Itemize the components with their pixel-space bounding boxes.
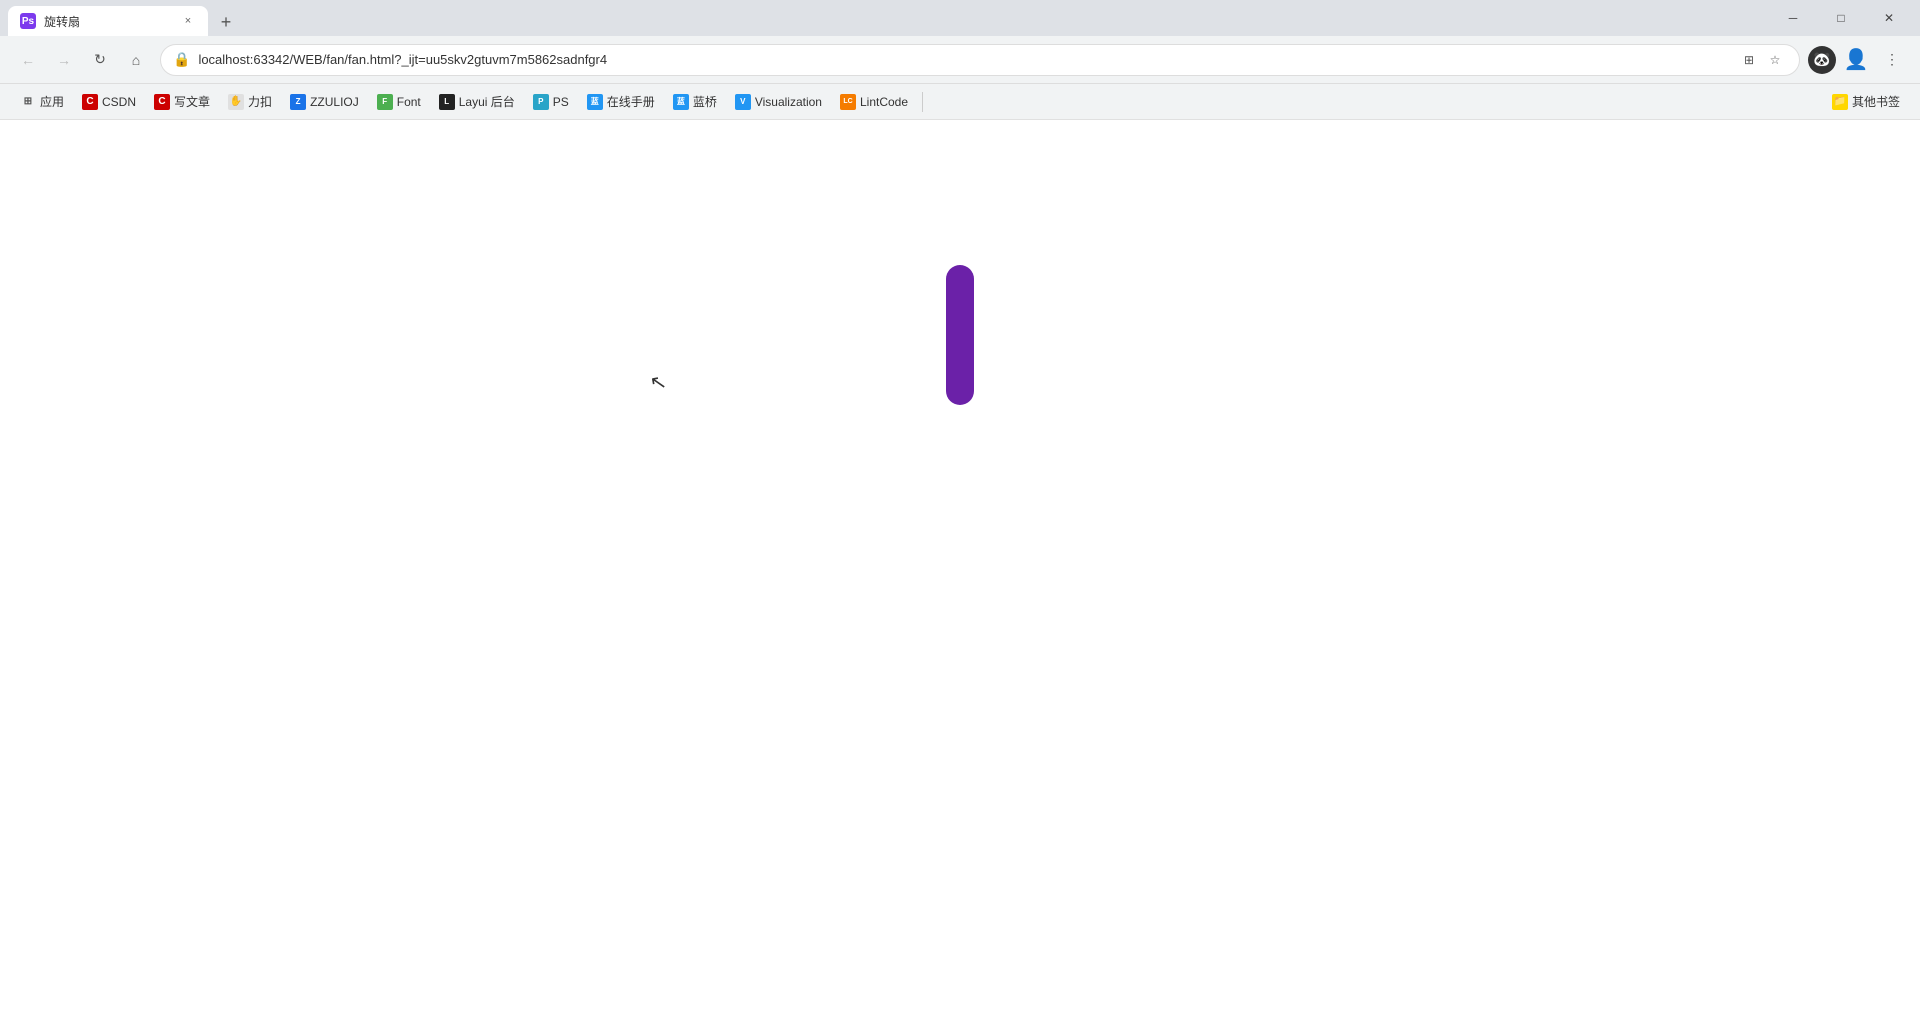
extensions-icon[interactable]: 🐼 — [1808, 46, 1836, 74]
bookmark-manual-icon: 蓝 — [587, 94, 603, 110]
bookmark-csdn[interactable]: C CSDN — [74, 90, 144, 114]
bookmark-star-icon[interactable]: ☆ — [1763, 48, 1787, 72]
bookmark-lintcode[interactable]: LC LintCode — [832, 90, 916, 114]
bookmark-manual-label: 在线手册 — [607, 93, 655, 110]
bookmark-ps-icon: P — [533, 94, 549, 110]
bookmark-manual[interactable]: 蓝 在线手册 — [579, 89, 663, 114]
bookmark-apps-icon: ⊞ — [20, 94, 36, 110]
title-bar: Ps 旋转扇 × + ─ □ ✕ — [0, 0, 1920, 36]
bookmark-viz-icon: V — [735, 94, 751, 110]
bookmark-viz-label: Visualization — [755, 95, 822, 109]
reload-button[interactable]: ↻ — [84, 44, 116, 76]
bookmark-ps[interactable]: P PS — [525, 90, 577, 114]
bookmark-viz[interactable]: V Visualization — [727, 90, 830, 114]
nav-right-actions: 🐼 👤 ⋮ — [1808, 44, 1908, 76]
minimize-button[interactable]: ─ — [1770, 0, 1816, 36]
bookmark-write[interactable]: C 写文章 — [146, 89, 218, 114]
tab-title: 旋转扇 — [44, 13, 172, 30]
fan-blade — [946, 265, 974, 405]
navigation-bar: ← → ↻ ⌂ 🔒 localhost:63342/WEB/fan/fan.ht… — [0, 36, 1920, 84]
bookmark-apps[interactable]: ⊞ 应用 — [12, 89, 72, 114]
new-tab-button[interactable]: + — [212, 8, 240, 36]
bookmark-write-icon: C — [154, 94, 170, 110]
bookmark-font-label: Font — [397, 95, 421, 109]
forward-button[interactable]: → — [48, 44, 80, 76]
bookmark-lintcode-label: LintCode — [860, 95, 908, 109]
back-button[interactable]: ← — [12, 44, 44, 76]
bookmark-font-icon: F — [377, 94, 393, 110]
bookmark-like[interactable]: ✋ 力扣 — [220, 89, 280, 114]
bookmark-layui-label: Layui 后台 — [459, 93, 515, 110]
mouse-cursor: ↖ — [648, 372, 668, 395]
bookmark-write-label: 写文章 — [174, 93, 210, 110]
bookmark-lanqiao-label: 蓝桥 — [693, 93, 717, 110]
tab-close-button[interactable]: × — [180, 13, 196, 29]
menu-button[interactable]: ⋮ — [1876, 44, 1908, 76]
bookmark-lanqiao-icon: 蓝 — [673, 94, 689, 110]
bookmark-lintcode-icon: LC — [840, 94, 856, 110]
secure-icon: 🔒 — [173, 51, 190, 68]
other-bookmarks[interactable]: 📁 其他书签 — [1824, 89, 1908, 114]
home-button[interactable]: ⌂ — [120, 44, 152, 76]
bookmark-lanqiao[interactable]: 蓝 蓝桥 — [665, 89, 725, 114]
folder-icon: 📁 — [1832, 94, 1848, 110]
tab-strip: Ps 旋转扇 × + — [8, 0, 1770, 36]
bookmark-ps-label: PS — [553, 95, 569, 109]
bookmark-zzulioj-icon: Z — [290, 94, 306, 110]
bookmark-like-icon: ✋ — [228, 94, 244, 110]
bookmark-apps-label: 应用 — [40, 93, 64, 110]
bookmark-like-label: 力扣 — [248, 93, 272, 110]
close-button[interactable]: ✕ — [1866, 0, 1912, 36]
bookmarks-bar: ⊞ 应用 C CSDN C 写文章 ✋ 力扣 Z ZZULIOJ F Font … — [0, 84, 1920, 120]
bookmark-csdn-icon: C — [82, 94, 98, 110]
translate-icon[interactable]: ⊞ — [1737, 48, 1761, 72]
active-tab[interactable]: Ps 旋转扇 × — [8, 6, 208, 36]
address-bar[interactable]: 🔒 localhost:63342/WEB/fan/fan.html?_ijt=… — [160, 44, 1800, 76]
other-bookmarks-label: 其他书签 — [1852, 93, 1900, 110]
address-text: localhost:63342/WEB/fan/fan.html?_ijt=uu… — [198, 52, 1729, 67]
bookmark-zzulioj-label: ZZULIOJ — [310, 95, 359, 109]
browser-window: Ps 旋转扇 × + ─ □ ✕ ← → ↻ ⌂ 🔒 localhost:633… — [0, 0, 1920, 1032]
bookmark-layui[interactable]: L Layui 后台 — [431, 89, 523, 114]
bookmark-layui-icon: L — [439, 94, 455, 110]
window-controls: ─ □ ✕ — [1770, 0, 1912, 36]
profile-avatar[interactable]: 👤 — [1840, 44, 1872, 76]
bookmark-csdn-label: CSDN — [102, 95, 136, 109]
tab-favicon: Ps — [20, 13, 36, 29]
bookmarks-separator — [922, 92, 923, 112]
bookmark-zzulioj[interactable]: Z ZZULIOJ — [282, 90, 367, 114]
maximize-button[interactable]: □ — [1818, 0, 1864, 36]
bookmark-font[interactable]: F Font — [369, 90, 429, 114]
page-content: ↖ — [0, 120, 1920, 1032]
address-bar-actions: ⊞ ☆ — [1737, 48, 1787, 72]
